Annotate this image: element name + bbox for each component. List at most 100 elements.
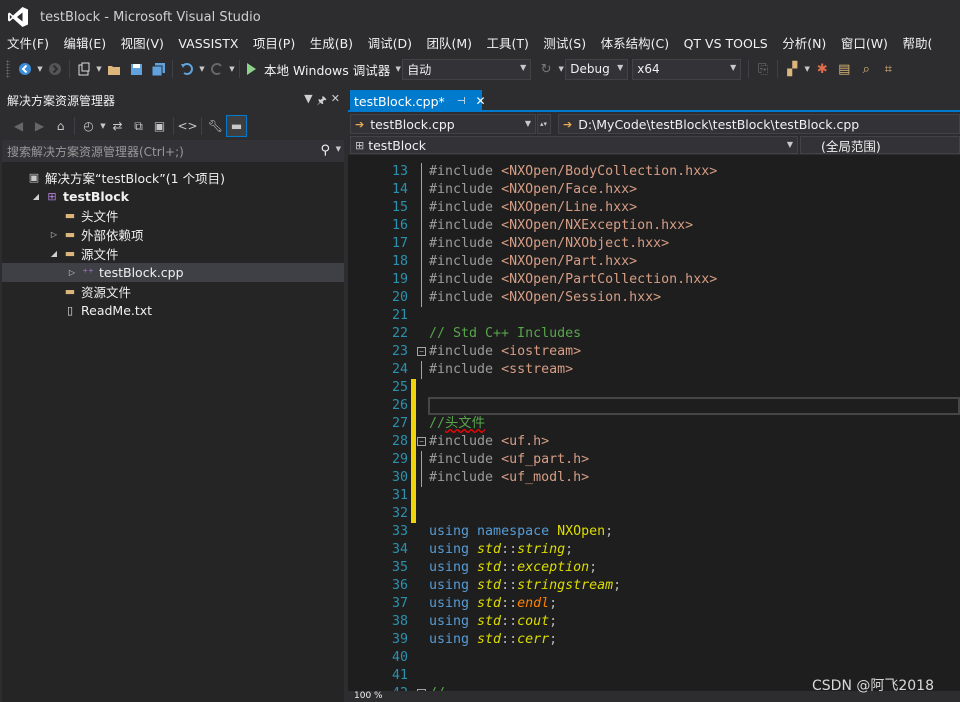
menu-item[interactable]: 窗口(W) — [836, 34, 893, 54]
code-line[interactable]: 13 #include <NXOpen/BodyCollection.hxx> — [348, 163, 960, 181]
collapse-region-icon[interactable]: − — [417, 347, 426, 356]
code-line[interactable]: 16 #include <NXOpen/NXException.hxx> — [348, 217, 960, 235]
code-line[interactable]: 17 #include <NXOpen/NXObject.hxx> — [348, 235, 960, 253]
code-line[interactable]: 24 #include <sstream> — [348, 361, 960, 379]
forward-icon[interactable] — [44, 58, 66, 80]
collapsed-arrow-icon[interactable]: ▷ — [48, 230, 60, 239]
tree-item[interactable]: ▣ 解决方案“testBlock”(1 个项目) — [2, 168, 344, 187]
menu-item[interactable]: 生成(B) — [305, 34, 358, 54]
file-scope-select[interactable]: ➔ testBlock.cpp ▼ — [350, 114, 536, 134]
code-line[interactable]: 28− #include <uf.h> — [348, 433, 960, 451]
close-tab-icon[interactable]: ✕ — [476, 94, 486, 108]
menu-item[interactable]: 文件(F) — [2, 34, 54, 54]
code-line[interactable]: 40 — [348, 649, 960, 667]
find-in-files-icon[interactable]: ⎘ — [752, 58, 774, 80]
save-all-icon[interactable] — [147, 58, 169, 80]
preview-selected-items-icon[interactable]: ▬ — [226, 115, 247, 137]
global-scope-select[interactable]: (全局范围) — [800, 136, 960, 154]
new-project-icon[interactable] — [73, 58, 95, 80]
expanded-arrow-icon[interactable]: ◢ — [48, 249, 60, 258]
toolbar-grip[interactable] — [6, 60, 10, 78]
bookmark-dropdown-icon[interactable]: ▼ — [803, 65, 811, 73]
close-icon[interactable]: ✕ — [331, 92, 340, 111]
view-code-icon[interactable]: <> — [177, 115, 198, 137]
back-icon[interactable] — [14, 58, 36, 80]
undo-dropdown-icon[interactable]: ▼ — [198, 65, 206, 73]
tab-testblock-cpp[interactable]: testBlock.cpp* ⊣ ✕ — [350, 90, 486, 112]
tree-item[interactable]: ▬ 头文件 — [2, 206, 344, 225]
filter-dropdown-icon[interactable]: ▼ — [99, 122, 107, 130]
show-all-files-icon[interactable]: ▣ — [149, 115, 170, 137]
code-line[interactable]: 32 — [348, 505, 960, 523]
code-line[interactable]: 29 #include <uf_part.h> — [348, 451, 960, 469]
start-debugging-button[interactable]: 本地 Windows 调试器 — [247, 60, 390, 79]
menu-item[interactable]: 工具(T) — [482, 34, 534, 54]
search-options-dropdown-icon[interactable]: ▼ — [336, 145, 341, 153]
code-line[interactable]: 22 // Std C++ Includes — [348, 325, 960, 343]
collapse-region-icon[interactable]: − — [417, 437, 426, 446]
menu-item[interactable]: QT VS TOOLS — [679, 34, 773, 54]
menu-item[interactable]: 视图(V) — [116, 34, 169, 54]
properties-wrench-icon[interactable]: 🔧︎ — [205, 115, 226, 137]
code-line[interactable]: 23− #include <iostream> — [348, 343, 960, 361]
extensions-icon[interactable]: ✱ — [811, 58, 833, 80]
code-line[interactable]: 19 #include <NXOpen/PartCollection.hxx> — [348, 271, 960, 289]
code-line[interactable]: 35 using std::exception; — [348, 559, 960, 577]
bookmark-icon[interactable]: ▞ — [781, 58, 803, 80]
expanded-arrow-icon[interactable]: ◢ — [30, 192, 42, 201]
split-button[interactable]: ▴▾ — [537, 114, 551, 134]
tree-item[interactable]: ▬ 资源文件 — [2, 282, 344, 301]
menu-item[interactable]: 团队(M) — [421, 34, 477, 54]
back-icon[interactable]: ◀ — [8, 115, 29, 137]
pending-changes-filter-icon[interactable]: ◴ — [78, 115, 99, 137]
code-line[interactable]: 36 using std::stringstream; — [348, 577, 960, 595]
pin-tab-icon[interactable]: ⊣ — [457, 96, 466, 107]
collapse-all-icon[interactable]: ⧉ — [128, 115, 149, 137]
code-line[interactable]: 33 using namespace NXOpen; — [348, 523, 960, 541]
code-line[interactable]: 34 using std::string; — [348, 541, 960, 559]
zoom-level[interactable]: 100 % — [354, 691, 383, 701]
refactor-icon[interactable]: ⌗ — [877, 58, 899, 80]
open-folder-icon[interactable] — [103, 58, 125, 80]
code-line[interactable]: 18 #include <NXOpen/Part.hxx> — [348, 253, 960, 271]
collapsed-arrow-icon[interactable]: ▷ — [66, 268, 78, 277]
tree-item[interactable]: ▷ ⁺⁺ testBlock.cpp — [2, 263, 344, 282]
debugger-dropdown-icon[interactable]: ▼ — [394, 65, 402, 73]
menu-item[interactable]: 测试(S) — [538, 34, 591, 54]
folder-settings-icon[interactable]: ▤ — [833, 58, 855, 80]
home-icon[interactable]: ⌂ — [50, 115, 71, 137]
code-line[interactable]: 27 //头文件 — [348, 415, 960, 433]
build-config-select[interactable]: Debug ▼ — [565, 58, 629, 80]
find-symbol-icon[interactable]: ⌕ — [855, 58, 877, 80]
platform-select[interactable]: x64 ▼ — [632, 58, 742, 80]
window-position-dropdown-icon[interactable]: ▼ — [304, 92, 312, 111]
tree-item[interactable]: ◢ ▬ 源文件 — [2, 244, 344, 263]
solution-config-select[interactable]: 自动 ▼ — [402, 58, 532, 80]
code-line[interactable]: 20 #include <NXOpen/Session.hxx> — [348, 289, 960, 307]
code-line[interactable]: 39 using std::cerr; — [348, 631, 960, 649]
refresh-icon[interactable]: ↻ — [535, 58, 557, 80]
refresh-dropdown-icon[interactable]: ▼ — [557, 65, 565, 73]
code-line[interactable]: 25 — [348, 379, 960, 397]
menu-item[interactable]: 帮助( — [897, 34, 937, 54]
code-line[interactable]: 14 #include <NXOpen/Face.hxx> — [348, 181, 960, 199]
undo-icon[interactable] — [176, 58, 198, 80]
menu-item[interactable]: 项目(P) — [248, 34, 300, 54]
code-line[interactable]: 15 #include <NXOpen/Line.hxx> — [348, 199, 960, 217]
code-text-area[interactable]: 13 #include <NXOpen/BodyCollection.hxx> 14… — [348, 163, 960, 691]
code-line[interactable]: 31 — [348, 487, 960, 505]
back-dropdown-icon[interactable]: ▼ — [36, 65, 44, 73]
tree-item[interactable]: ◢ ⊞ testBlock — [2, 187, 344, 206]
code-line[interactable]: 30 #include <uf_modl.h> — [348, 469, 960, 487]
forward-icon[interactable]: ▶ — [29, 115, 50, 137]
menu-item[interactable]: 编辑(E) — [58, 34, 111, 54]
tree-item[interactable]: ▯ ReadMe.txt — [2, 301, 344, 320]
code-line[interactable]: 37 using std::endl; — [348, 595, 960, 613]
code-line[interactable]: 21 — [348, 307, 960, 325]
solution-explorer-search[interactable]: 搜索解决方案资源管理器(Ctrl+;) ⚲ ▼ — [2, 140, 344, 162]
save-icon[interactable] — [125, 58, 147, 80]
file-path-select[interactable]: ➔ D:\MyCode\testBlock\testBlock\testBloc… — [558, 114, 960, 134]
code-line[interactable]: 26 — [348, 397, 960, 415]
pin-icon[interactable]: 🖈 — [317, 92, 327, 111]
redo-icon[interactable] — [206, 58, 228, 80]
